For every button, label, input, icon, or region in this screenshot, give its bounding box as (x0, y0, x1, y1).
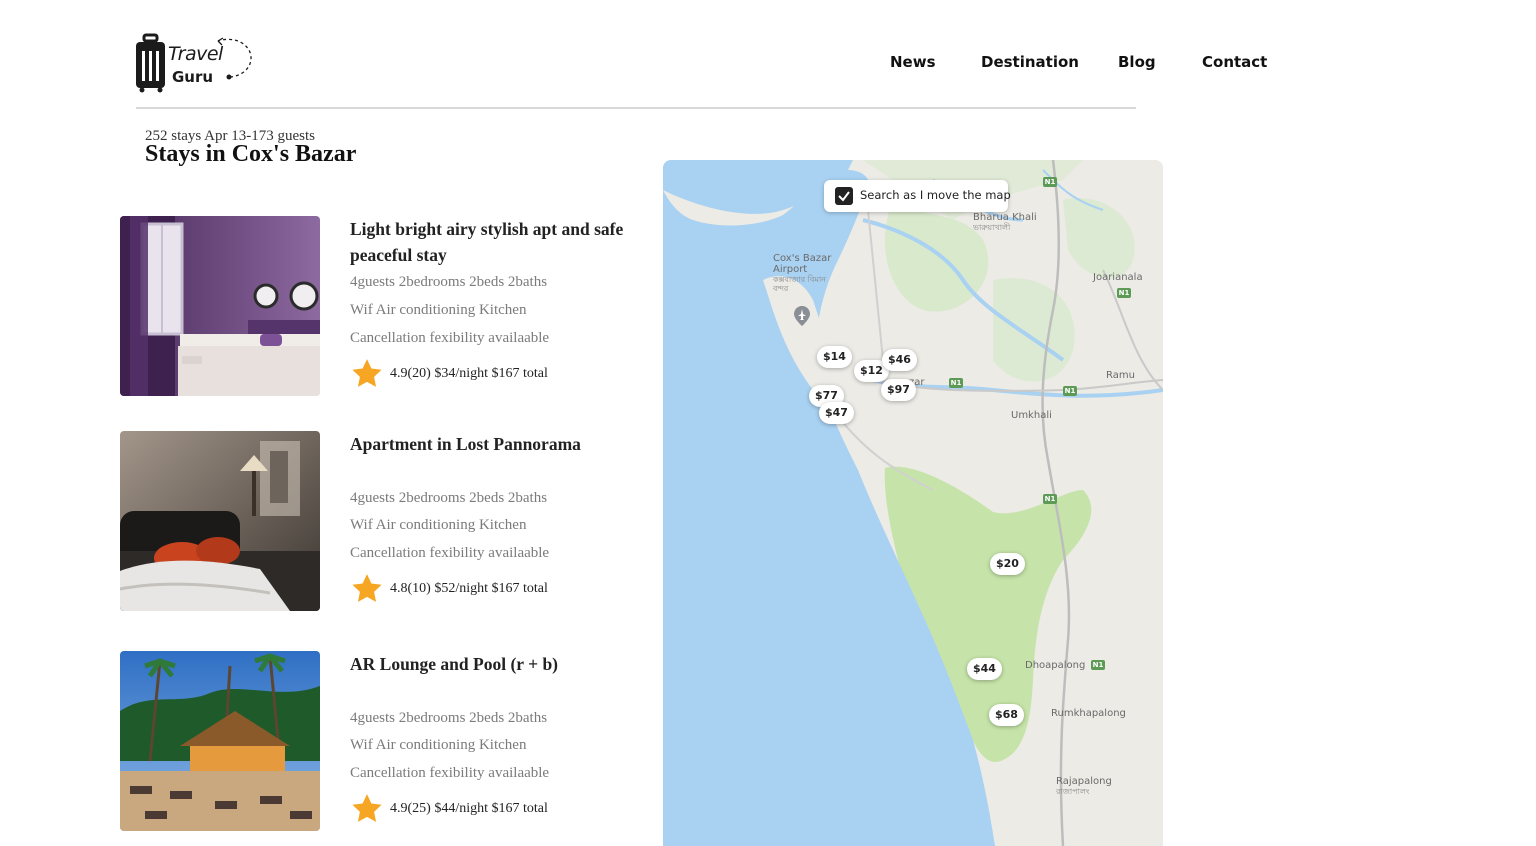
price-pin[interactable]: $44 (967, 658, 1002, 680)
price-pin[interactable]: $46 (882, 349, 917, 371)
listing-cancellation: Cancellation fexibility availaable (350, 765, 550, 781)
star-icon (352, 794, 382, 822)
road-n1-shield: N1 (1043, 494, 1057, 504)
listing-title[interactable]: AR Lounge and Pool (r + b) (350, 651, 650, 677)
listing-rating-row: 4.8(10) $52/night $167 total (350, 572, 650, 606)
road-n1-shield: N1 (1091, 660, 1105, 670)
listing-cancellation: Cancellation fexibility availaable (350, 545, 550, 561)
price-pin[interactable]: $47 (819, 402, 854, 424)
price-pin[interactable]: $68 (989, 704, 1024, 726)
star-icon (352, 359, 382, 387)
place-ramu: Ramu (1106, 370, 1135, 381)
listing-rating-row: 4.9(20) $34/night $167 total (350, 357, 650, 391)
place-rumkhapalong: Rumkhapalong (1051, 708, 1126, 719)
listing-card[interactable]: Apartment in Lost Pannorama 4guests 2bed… (120, 431, 660, 613)
map-base (663, 160, 1163, 846)
search-as-move-label: Search as I move the map (860, 188, 1011, 202)
listing-amenities: Wif Air conditioning Kitchen (350, 517, 527, 533)
header-divider (136, 107, 1136, 109)
logo-text-travel: Travel (168, 43, 223, 65)
dark-bedroom-image (120, 431, 320, 611)
listing-photo-purple-bedroom[interactable] (120, 216, 320, 396)
listing-title[interactable]: Light bright airy stylish apt and safe p… (350, 216, 650, 268)
logo-text-guru: Guru (172, 68, 214, 86)
road-n1-shield: N1 (1117, 288, 1131, 298)
star-icon (352, 574, 382, 602)
nav-contact[interactable]: Contact (1202, 53, 1267, 71)
place-joarianala: Joarianala (1093, 272, 1143, 283)
purple-bedroom-image (120, 216, 320, 396)
search-as-move-toggle[interactable]: Search as I move the map (824, 180, 1011, 212)
travel-guru-logo[interactable]: Travel Guru (134, 33, 258, 93)
listing-rating-price: 4.8(10) $52/night $167 total (390, 581, 548, 596)
listing-photo-beach-lounge[interactable] (120, 651, 320, 831)
place-umkhali: Umkhali (1011, 410, 1052, 421)
place-dhoapalong: Dhoapalong (1025, 660, 1086, 671)
place-bharua-khali: Bharua Khali ভারুয়াখালী (973, 212, 1037, 232)
listing-rating-price: 4.9(20) $34/night $167 total (390, 366, 548, 381)
beach-lounge-image (120, 651, 320, 831)
nav-blog[interactable]: Blog (1118, 53, 1156, 71)
price-pin[interactable]: $14 (817, 346, 852, 368)
place-rajapalong: Rajapalong রাজাপালং (1056, 776, 1112, 796)
listing-amenities: Wif Air conditioning Kitchen (350, 302, 527, 318)
listing-rating-price: 4.9(25) $44/night $167 total (390, 801, 548, 816)
price-pin[interactable]: $97 (881, 379, 916, 401)
listing-card[interactable]: Light bright airy stylish apt and safe p… (120, 216, 660, 398)
map-view[interactable]: Bharua Khali ভারুয়াখালী Cox's Bazar Airp… (663, 160, 1163, 846)
nav-destination[interactable]: Destination (981, 53, 1079, 71)
place-coxs-bazar-airport: Cox's Bazar Airport কক্সবাজার বিমান বন্দর (773, 253, 832, 293)
listing-card[interactable]: AR Lounge and Pool (r + b) 4guests 2bedr… (120, 651, 660, 833)
airport-marker-icon[interactable] (794, 306, 810, 326)
nav-news[interactable]: News (890, 53, 936, 71)
price-pin[interactable]: $20 (990, 553, 1025, 575)
page-title: Stays in Cox's Bazar (145, 141, 357, 167)
listing-title[interactable]: Apartment in Lost Pannorama (350, 431, 650, 457)
listing-amenities: Wif Air conditioning Kitchen (350, 737, 527, 753)
checkbox-checked-icon[interactable] (835, 187, 853, 205)
listing-rating-row: 4.9(25) $44/night $167 total (350, 792, 650, 826)
listing-photo-dark-bedroom[interactable] (120, 431, 320, 611)
road-n1-shield: N1 (1063, 386, 1077, 396)
listing-guests: 4guests 2bedrooms 2beds 2baths (350, 274, 548, 290)
road-n1-shield: N1 (949, 378, 963, 388)
listing-cancellation: Cancellation fexibility availaable (350, 330, 550, 346)
road-n1-shield: N1 (1043, 177, 1057, 187)
listing-guests: 4guests 2bedrooms 2beds 2baths (350, 710, 548, 726)
listing-guests: 4guests 2bedrooms 2beds 2baths (350, 490, 548, 506)
